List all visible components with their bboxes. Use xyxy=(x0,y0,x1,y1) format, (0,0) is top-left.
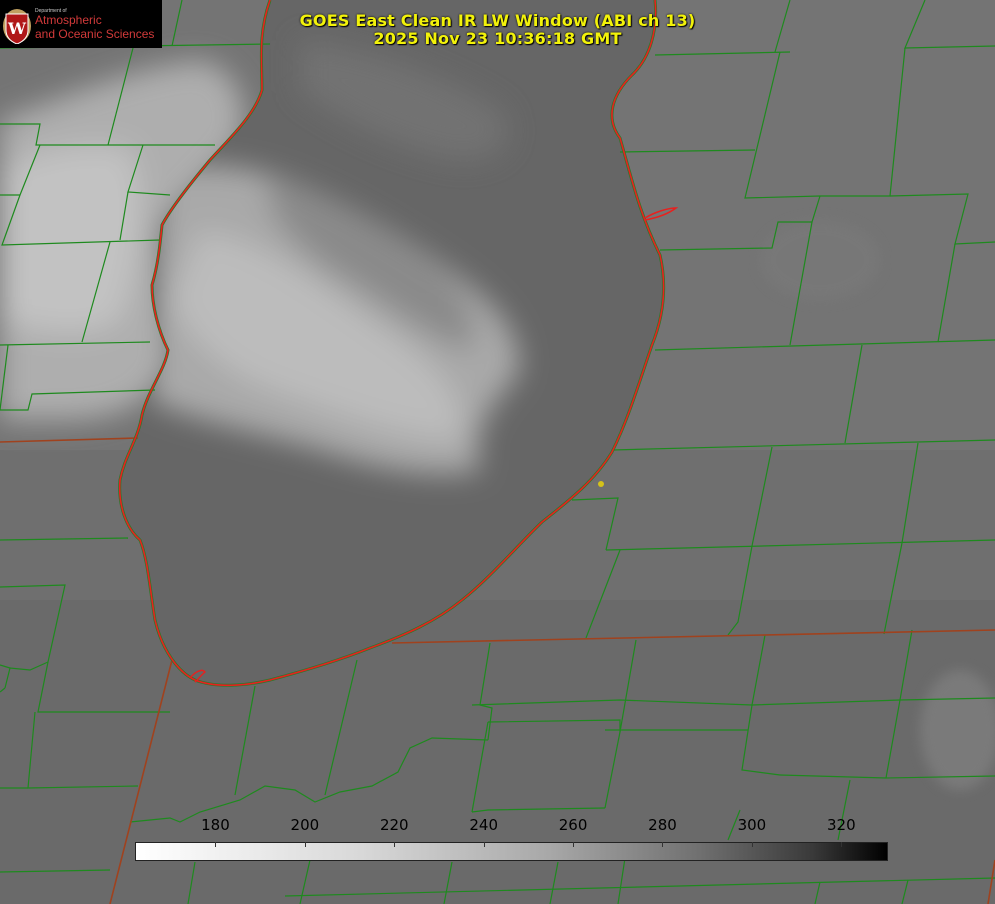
colorbar-tick-label: 260 xyxy=(558,816,588,834)
colorbar-tick-mark xyxy=(751,842,753,847)
colorbar-tick-mark xyxy=(215,842,217,847)
temperature-colorbar xyxy=(135,842,888,861)
uw-seal-icon: W xyxy=(3,9,31,44)
colorbar-tick-label: 240 xyxy=(469,816,498,834)
colorbar-tick-label: 180 xyxy=(201,816,230,834)
colorbar-tick-label: 300 xyxy=(737,816,767,834)
colorbar-tick-mark xyxy=(304,842,306,847)
logo-line2: and Oceanic Sciences xyxy=(35,27,155,41)
satellite-image: GOES East Clean IR LW Window (ABI ch 13)… xyxy=(0,0,995,904)
seal-letter: W xyxy=(7,19,27,38)
colorbar-tick-mark xyxy=(394,842,396,847)
colorbar-tick-label: 200 xyxy=(290,816,320,834)
colorbar-tick-label: 320 xyxy=(826,816,856,834)
colorbar-tick-mark xyxy=(573,842,575,847)
colorbar-tick-label: 220 xyxy=(379,816,409,834)
colorbar-tick-mark xyxy=(662,842,664,847)
city-location-dot xyxy=(598,481,604,487)
aos-logo: W Department of Atmospheric and Oceanic … xyxy=(0,0,162,48)
map-canvas xyxy=(0,0,995,904)
colorbar-tick-mark xyxy=(483,842,485,847)
colorbar-tick-label: 280 xyxy=(648,816,677,834)
colorbar-tick-mark xyxy=(841,842,843,847)
logo-line1: Atmospheric xyxy=(35,13,102,27)
